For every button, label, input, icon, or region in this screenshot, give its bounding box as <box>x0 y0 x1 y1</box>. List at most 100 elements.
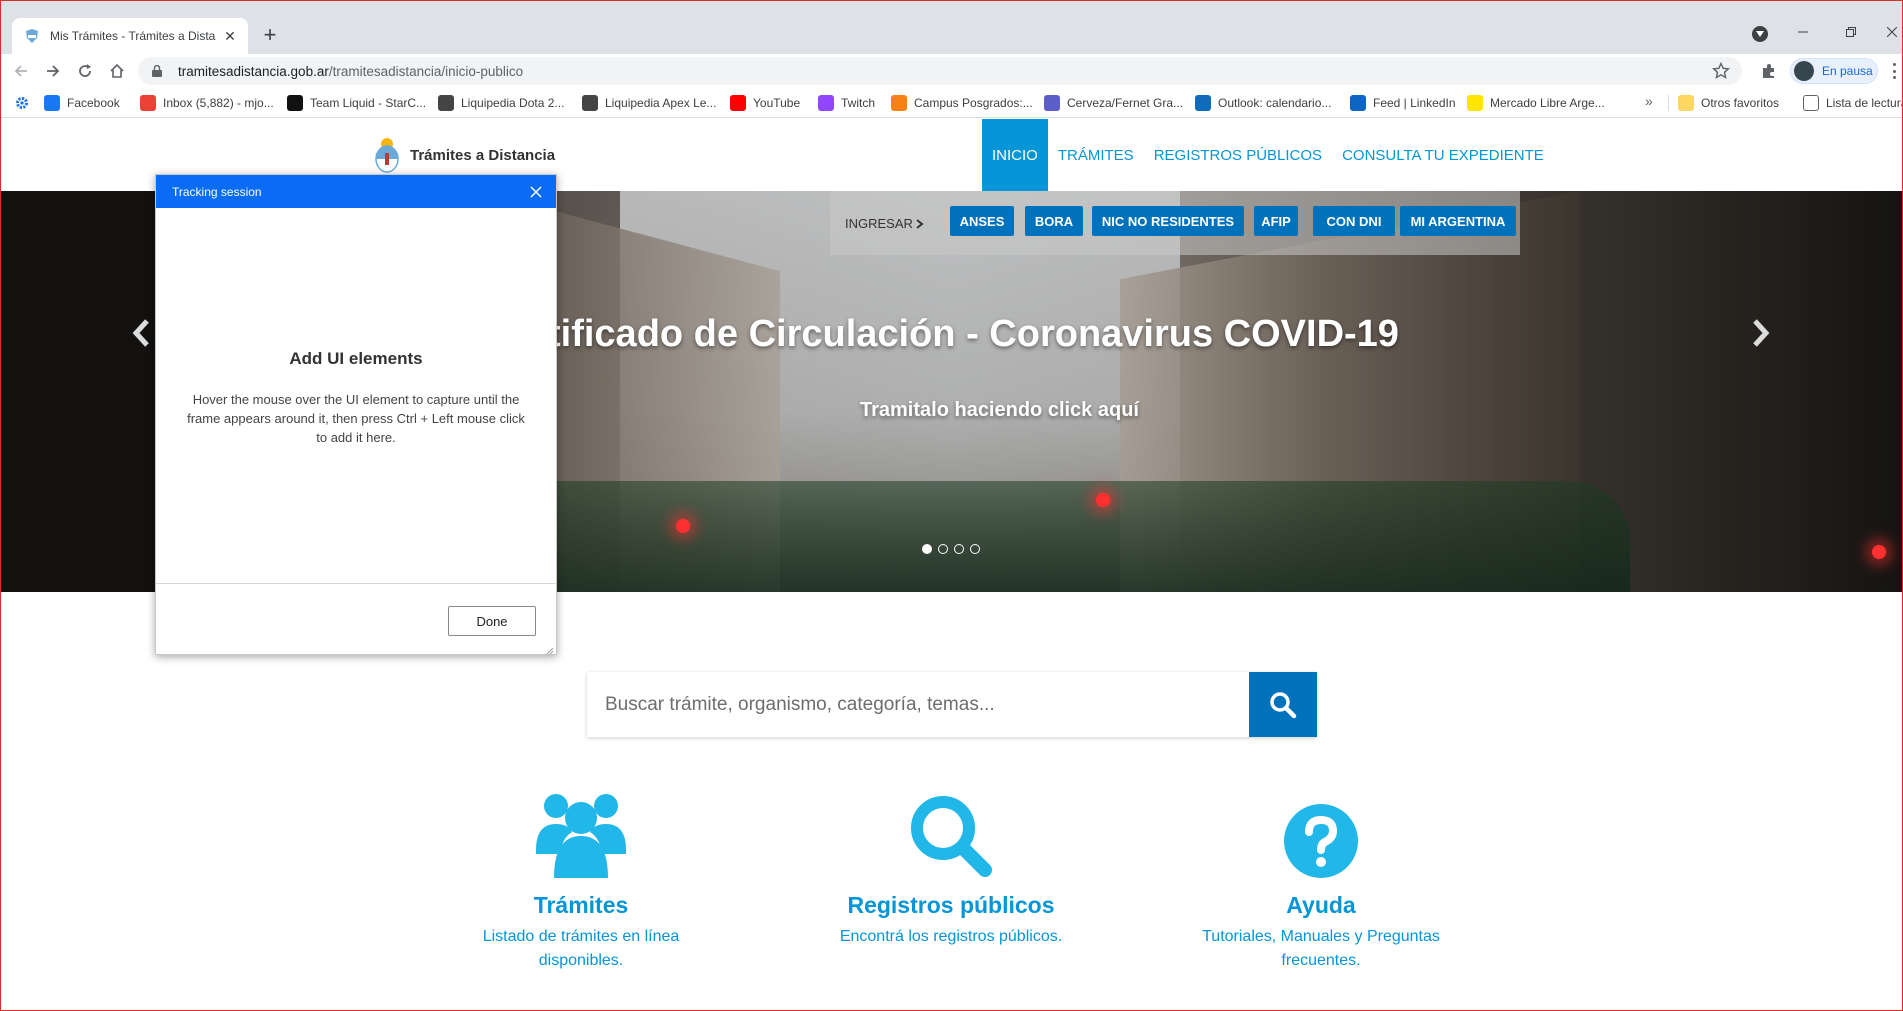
carousel-dot[interactable] <box>922 544 932 554</box>
done-button[interactable]: Done <box>448 606 536 636</box>
tab-close-icon[interactable]: ✕ <box>222 28 238 45</box>
linkedin-icon: linkedin-icon <box>1350 95 1366 111</box>
nav-item[interactable]: INICIO <box>982 119 1048 191</box>
lock-icon[interactable] <box>150 64 164 78</box>
reading-list-button[interactable]: Lista de lectura <box>1803 95 1903 111</box>
bookmark-item[interactable]: youtube-icon YouTube <box>730 95 800 111</box>
tab-title: Mis Trámites - Trámites a Distancia <box>50 29 216 43</box>
mercadolibre-icon: mercadolibre-icon <box>1467 95 1483 111</box>
new-tab-button[interactable]: + <box>258 22 282 48</box>
twitch-icon: twitch-icon <box>818 95 834 111</box>
reading-list-label: Lista de lectura <box>1826 96 1903 110</box>
feature-tramites[interactable]: Trámites Listado de trámites en línea di… <box>421 790 741 973</box>
carousel-dot[interactable] <box>970 544 980 554</box>
hero-title[interactable]: tificado de Circulación - Coronavirus CO… <box>548 313 1399 356</box>
bookmark-star-icon[interactable] <box>1711 61 1731 80</box>
close-icon[interactable] <box>530 185 542 198</box>
more-bookmarks-chevron-icon[interactable]: » <box>1645 93 1653 109</box>
bookmark-item[interactable]: facebook-icon Facebook <box>44 95 120 111</box>
dialog-instructions: Hover the mouse over the UI element to c… <box>187 392 525 445</box>
login-option-button[interactable]: NIC NO RESIDENTES <box>1092 206 1244 236</box>
bookmark-label: Liquipedia Apex Le... <box>605 96 717 110</box>
folder-icon <box>1678 95 1694 111</box>
profile-button[interactable]: En pausa <box>1790 58 1878 84</box>
search-input[interactable] <box>587 672 1249 737</box>
resize-grip-icon[interactable] <box>544 642 554 655</box>
feature-registros[interactable]: Registros públicos Encontrá los registro… <box>791 790 1111 949</box>
bookmark-label: Liquipedia Dota 2... <box>461 96 565 110</box>
brand-name: Trámites a Distancia <box>410 146 556 164</box>
bookmark-label: Inbox (5,882) - mjo... <box>163 96 274 110</box>
bookmark-label: Team Liquid - StarC... <box>310 96 427 110</box>
nav-item[interactable]: REGISTROS PÚBLICOS <box>1144 119 1332 191</box>
carousel-prev-button[interactable] <box>128 313 154 353</box>
bookmark-item[interactable]: liquipedia-icon Liquipedia Apex Le... <box>582 95 716 111</box>
liquipedia-icon: liquipedia-icon <box>438 95 454 111</box>
close-window-button[interactable] <box>1882 20 1902 44</box>
login-option-button[interactable]: MI ARGENTINA <box>1400 206 1516 236</box>
address-bar[interactable]: tramitesadistancia.gob.ar/tramitesadista… <box>138 57 1742 85</box>
dialog-titlebar[interactable]: Tracking session <box>156 175 556 208</box>
login-option-button[interactable]: CON DNI <box>1313 206 1395 236</box>
carousel-indicators <box>922 544 986 554</box>
forward-button[interactable] <box>40 58 66 84</box>
browser-tab[interactable]: Mis Trámites - Trámites a Distancia ✕ <box>12 18 248 54</box>
home-button[interactable] <box>104 58 130 84</box>
tab-strip: Mis Trámites - Trámites a Distancia ✕ + <box>0 0 1903 54</box>
facebook-icon: facebook-icon <box>44 95 60 111</box>
feature-description: Listado de trámites en línea disponibles… <box>482 928 680 969</box>
bookmark-item[interactable]: liquipedia-icon Liquipedia Dota 2... <box>438 95 564 111</box>
bookmark-item[interactable]: linkedin-icon Feed | LinkedIn <box>1350 95 1456 111</box>
browser-toolbar: tramitesadistancia.gob.ar/tramitesadista… <box>0 54 1903 88</box>
dialog-title: Tracking session <box>172 184 262 199</box>
hero-shadow <box>0 191 160 592</box>
help-icon <box>1161 790 1481 878</box>
chevron-left-icon <box>132 319 149 347</box>
login-option-button[interactable]: AFIP <box>1254 206 1298 236</box>
back-button[interactable] <box>8 58 34 84</box>
feature-title[interactable]: Registros públicos <box>791 892 1111 919</box>
bookmark-item[interactable]: gmail-icon Inbox (5,882) - mjo... <box>140 95 274 111</box>
other-bookmarks-folder[interactable]: Otros favoritos <box>1678 95 1779 111</box>
traffic-light <box>676 519 690 533</box>
bookmark-label: Feed | LinkedIn <box>1373 96 1456 110</box>
bookmark-label: YouTube <box>753 96 801 110</box>
bookmark-item[interactable]: teams-icon Cerveza/Fernet Gra... <box>1044 95 1183 111</box>
minimize-window-button[interactable] <box>1788 20 1818 44</box>
login-option-button[interactable]: BORA <box>1025 206 1083 236</box>
extensions-puzzle-icon[interactable] <box>1760 62 1778 80</box>
outlook-icon: outlook-icon <box>1195 95 1211 111</box>
bookmark-label: Twitch <box>841 96 876 110</box>
feature-title[interactable]: Ayuda <box>1161 892 1481 919</box>
reload-button[interactable] <box>72 58 98 84</box>
bookmark-item[interactable]: twitch-icon Twitch <box>818 95 875 111</box>
carousel-next-button[interactable] <box>1748 313 1774 353</box>
tab-search-button[interactable] <box>1752 26 1768 42</box>
profile-status-label: En pausa <box>1822 64 1873 78</box>
bookmark-label: Facebook <box>67 96 120 110</box>
brand-link[interactable]: Trámites a Distancia <box>372 135 555 175</box>
restore-window-button[interactable] <box>1836 20 1866 44</box>
bookmarks-divider <box>1668 95 1669 111</box>
teamliquid-icon: teamliquid-icon <box>287 95 303 111</box>
nav-item[interactable]: CONSULTA TU EXPEDIENTE <box>1332 119 1554 191</box>
search-button[interactable] <box>1249 672 1317 737</box>
other-bookmarks-label: Otros favoritos <box>1701 96 1780 110</box>
url-path: /tramitesadistancia/inicio-publico <box>328 63 524 79</box>
bookmark-item[interactable]: moodle-icon Campus Posgrados:... <box>891 95 1033 111</box>
bookmark-label: Outlook: calendario... <box>1218 96 1332 110</box>
browser-menu-icon[interactable] <box>1893 63 1899 79</box>
login-option-button[interactable]: ANSES <box>950 206 1014 236</box>
apps-shortcut[interactable] <box>14 95 37 111</box>
url-text: tramitesadistancia.gob.ar/tramitesadista… <box>178 64 523 79</box>
carousel-dot[interactable] <box>938 544 948 554</box>
carousel-dot[interactable] <box>954 544 964 554</box>
bookmark-item[interactable]: teamliquid-icon Team Liquid - StarC... <box>287 95 426 111</box>
nav-item[interactable]: TRÁMITES <box>1048 119 1144 191</box>
bookmark-label: Campus Posgrados:... <box>914 96 1033 110</box>
hero-subtitle-text[interactable]: Tramitalo haciendo click aquí <box>860 399 1139 421</box>
feature-title[interactable]: Trámites <box>421 892 741 919</box>
feature-ayuda[interactable]: Ayuda Tutoriales, Manuales y Preguntas f… <box>1161 790 1481 973</box>
bookmark-item[interactable]: outlook-icon Outlook: calendario... <box>1195 95 1331 111</box>
bookmark-item[interactable]: mercadolibre-icon Mercado Libre Arge... <box>1467 95 1605 111</box>
